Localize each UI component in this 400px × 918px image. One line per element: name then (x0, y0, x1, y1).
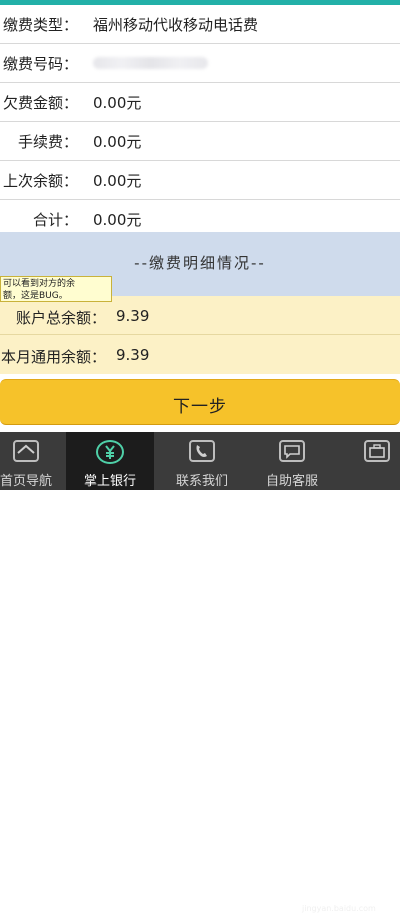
tab-home-label: 首页导航 (0, 474, 52, 489)
last-balance-value: 0.00元 (93, 172, 142, 190)
detail-title: --缴费明细情况-- (134, 254, 266, 272)
monthly-balance-value: 9.39 (116, 346, 150, 364)
fee-value: 0.00元 (93, 133, 142, 151)
account-balance-value: 9.39 (116, 307, 150, 325)
tab-more[interactable] (342, 432, 400, 490)
tab-self-service[interactable]: 自助客服 (252, 432, 332, 490)
payment-number-blurred (93, 57, 208, 69)
payment-number-row: 缴费号码： (0, 44, 400, 83)
watermark-brand: Bai经验 (308, 886, 369, 905)
bank-icon (96, 440, 124, 464)
fee-label: 手续费： (17, 133, 78, 151)
total-value: 0.00元 (93, 211, 142, 229)
fee-row: 手续费： 0.00元 (0, 122, 400, 161)
watermark: Bai经验 jingyan.baidu.com (302, 880, 398, 918)
monthly-balance-label: 本月通用余额： (0, 348, 106, 366)
tab-mobile-bank-label: 掌上银行 (83, 474, 136, 489)
tab-home-nav[interactable]: 首页导航 (0, 432, 66, 490)
tooltip-line-1: 可以看到对方的余 (3, 279, 76, 289)
account-balance-label: 账户总余额： (15, 309, 106, 327)
tab-contact-us[interactable]: 联系我们 (162, 432, 242, 490)
balance-panel: 账户总余额： 9.39 本月通用余额： 9.39 (0, 296, 400, 374)
monthly-balance-row: 本月通用余额： 9.39 (0, 335, 400, 373)
bottom-tab-bar: 首页导航 掌上银行 联系我们 自助客服 Bai经验 jingyan.baidu.… (0, 432, 400, 913)
briefcase-icon (364, 440, 390, 462)
tooltip-line-2: 额，这是BUG。 (3, 291, 68, 301)
home-icon (13, 440, 39, 462)
arrears-label: 欠费金额： (2, 94, 78, 112)
watermark-url: jingyan.baidu.com (302, 904, 376, 913)
payment-type-row: 缴费类型： 福州移动代收移动电话费 (0, 5, 400, 44)
arrears-value: 0.00元 (93, 94, 142, 112)
arrears-row: 欠费金额： 0.00元 (0, 83, 400, 122)
payment-type-label: 缴费类型： (2, 16, 78, 34)
payment-number-label: 缴费号码： (2, 55, 78, 73)
tab-contact-label: 联系我们 (175, 474, 228, 489)
next-step-label: 下一步 (173, 397, 227, 417)
chat-icon (279, 440, 305, 462)
total-label: 合计： (32, 211, 78, 229)
phone-icon (189, 440, 215, 462)
tab-self-service-label: 自助客服 (265, 474, 318, 489)
payment-type-value: 福州移动代收移动电话费 (93, 16, 259, 34)
next-step-button[interactable]: 下一步 (0, 379, 400, 425)
annotation-tooltip: 可以看到对方的余 额，这是BUG。 (0, 276, 112, 302)
tab-mobile-bank[interactable]: 掌上银行 (66, 432, 154, 490)
last-balance-label: 上次余额： (2, 172, 78, 190)
last-balance-row: 上次余额： 0.00元 (0, 161, 400, 200)
